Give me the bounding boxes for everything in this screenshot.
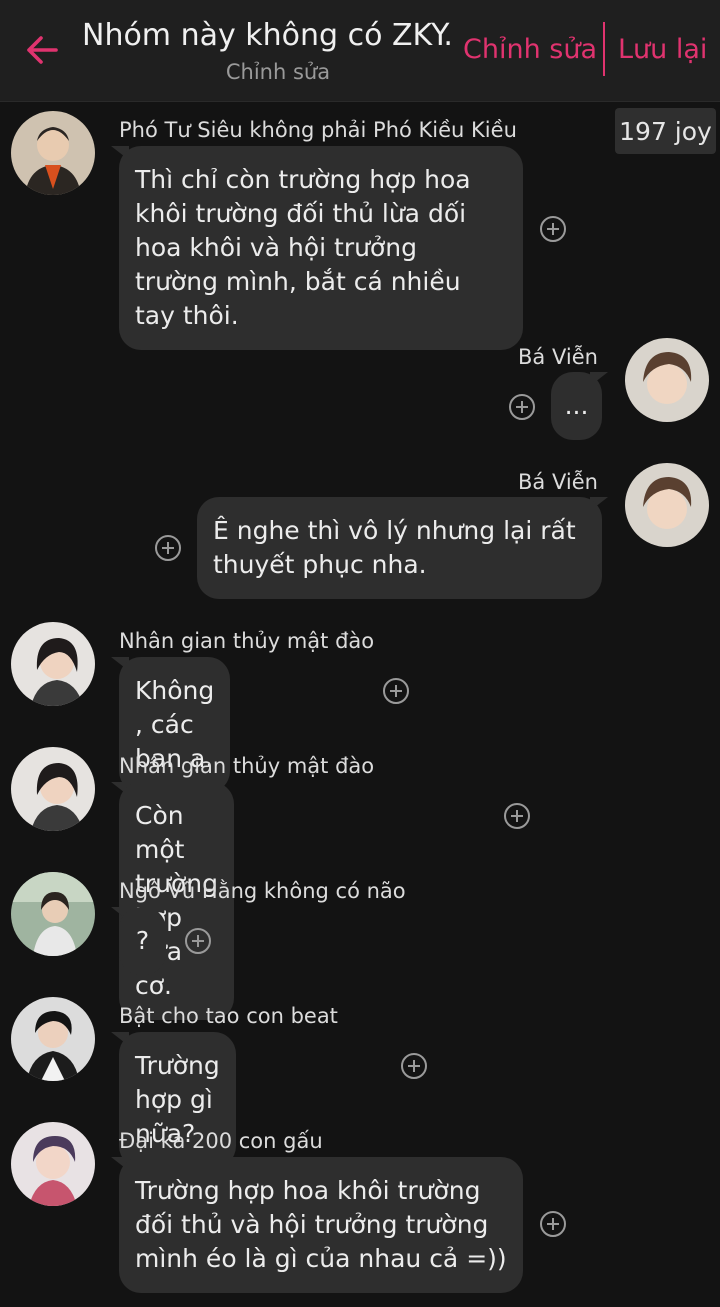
avatar[interactable] xyxy=(11,872,95,956)
title-block: Nhóm này không có ZKY... Chỉnh sửa xyxy=(82,16,454,86)
message-bubble: Ê nghe thì vô lý nhưng lại rất thuyết ph… xyxy=(197,497,602,599)
back-button[interactable] xyxy=(22,30,62,70)
sender-name: Bá Viễn xyxy=(518,470,598,494)
react-add-button[interactable] xyxy=(509,394,535,420)
back-arrow-icon xyxy=(27,36,58,64)
react-add-button[interactable] xyxy=(540,1211,566,1237)
react-add-button[interactable] xyxy=(383,678,409,704)
save-button[interactable]: Lưu lại xyxy=(618,32,707,68)
react-add-button[interactable] xyxy=(401,1053,427,1079)
edit-button[interactable]: Chỉnh sửa xyxy=(463,32,597,68)
sender-name: Ngô Vũ Hằng không có não xyxy=(119,879,406,903)
avatar[interactable] xyxy=(11,622,95,706)
header-divider xyxy=(603,22,605,76)
react-add-button[interactable] xyxy=(185,928,211,954)
sender-name: Bá Viễn xyxy=(518,345,598,369)
avatar[interactable] xyxy=(11,997,95,1081)
avatar[interactable] xyxy=(11,1122,95,1206)
react-add-button[interactable] xyxy=(155,535,181,561)
sender-name: Phó Tư Siêu không phải Phó Kiều Kiều xyxy=(119,118,517,142)
group-subtitle: Chỉnh sửa xyxy=(225,60,331,84)
sender-name: Nhân gian thủy mật đào xyxy=(119,629,375,653)
message-bubble: ? xyxy=(119,907,166,975)
sender-name: Nhân gian thủy mật đào xyxy=(119,754,375,778)
group-title: Nhóm này không có ZKY... xyxy=(82,18,454,53)
avatar[interactable] xyxy=(11,111,95,195)
sender-name: Bật cho tao con beat xyxy=(119,1004,338,1028)
message-bubble: ... xyxy=(551,372,602,440)
joy-badge: 197 joy xyxy=(615,108,716,154)
sender-name: Đại ka 200 con gấu xyxy=(119,1129,323,1153)
message-bubble: Trường hợp hoa khôi trường đối thủ và hộ… xyxy=(119,1157,523,1293)
avatar[interactable] xyxy=(11,747,95,831)
chat-header: Nhóm này không có ZKY... Chỉnh sửa Chỉnh… xyxy=(0,0,720,102)
avatar[interactable] xyxy=(625,463,709,547)
react-add-button[interactable] xyxy=(540,216,566,242)
avatar[interactable] xyxy=(625,338,709,422)
message-bubble: Thì chỉ còn trường hợp hoa khôi trường đ… xyxy=(119,146,523,350)
react-add-button[interactable] xyxy=(504,803,530,829)
